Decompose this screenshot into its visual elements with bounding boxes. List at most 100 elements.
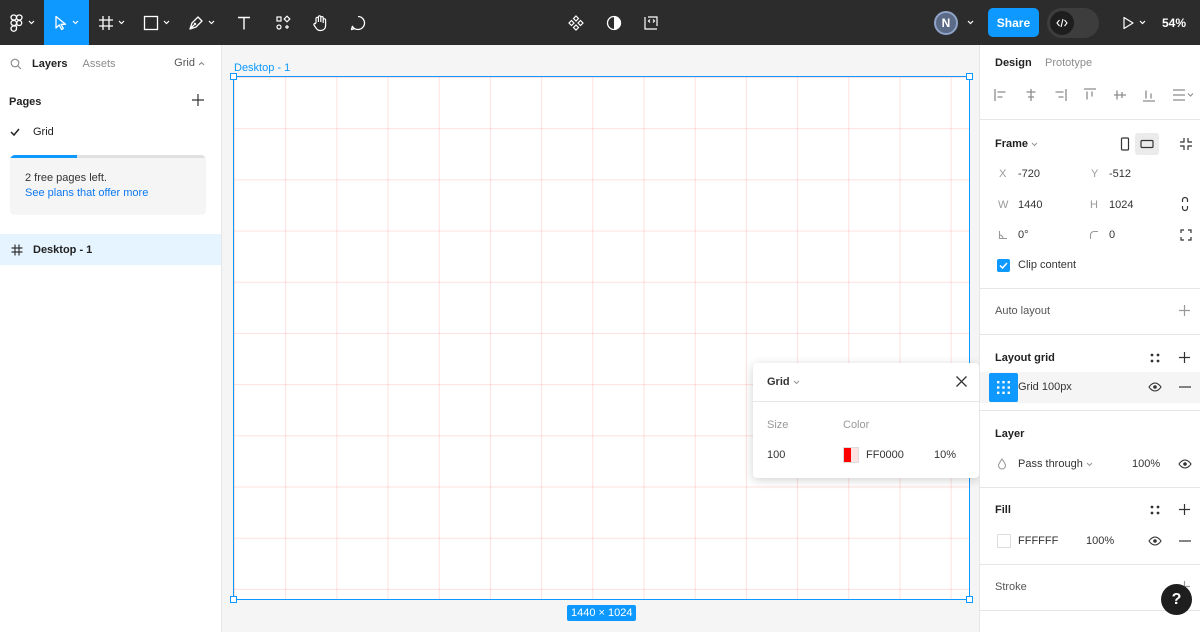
zoom-level[interactable]: 54% xyxy=(1162,16,1186,30)
text-tool-button[interactable] xyxy=(224,0,264,45)
align-vertical-center-icon[interactable] xyxy=(1113,88,1127,102)
x-input[interactable]: -720 xyxy=(1018,168,1040,180)
chevron-up-icon xyxy=(198,61,205,66)
add-grid-icon[interactable] xyxy=(1178,351,1191,364)
toolbar: N Share 54% xyxy=(0,0,1200,45)
tab-design[interactable]: Design xyxy=(995,57,1032,69)
align-right-icon[interactable] xyxy=(1053,88,1067,102)
grid-opacity-input[interactable]: 10% xyxy=(934,449,956,461)
avatar[interactable]: N xyxy=(933,10,958,35)
dimension-badge: 1440 × 1024 xyxy=(567,605,637,621)
component-icon xyxy=(568,14,584,31)
page-selector[interactable]: Grid xyxy=(174,57,205,69)
upgrade-link[interactable]: See plans that offer more xyxy=(25,187,148,199)
corner-radius-input[interactable]: 0 xyxy=(1109,229,1115,241)
canvas[interactable]: Desktop - 1 1440 × 1024 xyxy=(222,45,979,632)
tab-layers[interactable]: Layers xyxy=(32,58,67,70)
tab-assets[interactable]: Assets xyxy=(82,58,115,70)
resize-handle-top-left[interactable] xyxy=(230,73,237,80)
width-input[interactable]: 1440 xyxy=(1018,199,1042,211)
dev-mode-toggle[interactable] xyxy=(1046,7,1099,38)
add-page-icon[interactable] xyxy=(191,93,205,107)
chevron-down-icon xyxy=(967,20,974,25)
frame-desktop-1[interactable] xyxy=(233,76,970,600)
eye-icon[interactable] xyxy=(1148,536,1162,546)
resize-to-fit-icon[interactable] xyxy=(1179,137,1193,151)
resources-button[interactable] xyxy=(264,0,302,45)
frame-label[interactable]: Desktop - 1 xyxy=(234,62,290,74)
frame-hash-icon xyxy=(11,244,23,255)
frame-tool-button[interactable] xyxy=(89,0,134,45)
align-top-icon[interactable] xyxy=(1083,88,1097,102)
blend-mode-dropdown[interactable]: Pass through xyxy=(1018,458,1093,470)
mask-button[interactable] xyxy=(592,0,636,45)
comment-tool-button[interactable] xyxy=(338,0,378,45)
components-button[interactable] xyxy=(560,0,592,45)
search-icon[interactable] xyxy=(10,58,22,70)
fill-hex-input[interactable]: FFFFFF xyxy=(1018,535,1058,547)
align-horizontal-center-icon[interactable] xyxy=(1024,88,1038,102)
grid-styles-icon[interactable] xyxy=(1149,352,1161,364)
height-input[interactable]: 1024 xyxy=(1109,199,1133,211)
divider xyxy=(980,119,1200,120)
align-left-icon[interactable] xyxy=(994,88,1008,102)
share-button[interactable]: Share xyxy=(987,8,1039,37)
x-label: X xyxy=(999,168,1007,180)
fill-styles-icon[interactable] xyxy=(1149,504,1161,516)
resize-handle-top-right[interactable] xyxy=(966,73,973,80)
divider xyxy=(980,564,1200,565)
add-fill-icon[interactable] xyxy=(1178,503,1191,516)
align-bottom-icon[interactable] xyxy=(1142,88,1156,102)
grid-settings-button[interactable] xyxy=(989,373,1018,402)
close-icon[interactable] xyxy=(955,375,968,388)
layer-opacity-input[interactable]: 100% xyxy=(1132,458,1160,470)
y-input[interactable]: -512 xyxy=(1109,168,1131,180)
layout-grid-label: Grid 100px xyxy=(1018,381,1072,393)
fill-color-swatch[interactable] xyxy=(997,534,1011,548)
resize-handle-bottom-left[interactable] xyxy=(230,596,237,603)
distribute-icon[interactable] xyxy=(1172,88,1194,102)
grid-color-hex-input[interactable]: FF0000 xyxy=(866,449,904,461)
divider xyxy=(980,288,1200,289)
fill-opacity-input[interactable]: 100% xyxy=(1086,535,1114,547)
portrait-icon[interactable] xyxy=(1120,137,1130,151)
rotation-input[interactable]: 0° xyxy=(1018,229,1029,241)
cursor-icon xyxy=(55,15,67,30)
constrain-proportions-icon[interactable] xyxy=(1180,196,1190,212)
add-auto-layout-icon[interactable] xyxy=(1178,304,1191,317)
landscape-toggle[interactable] xyxy=(1135,133,1159,155)
grid-type-label: Grid xyxy=(767,376,790,388)
clip-content-checkbox[interactable] xyxy=(997,259,1010,272)
pages-usage-bar xyxy=(10,155,206,158)
tab-prototype[interactable]: Prototype xyxy=(1045,57,1092,69)
remove-grid-icon[interactable] xyxy=(1179,386,1191,388)
page-item-grid[interactable]: Grid xyxy=(10,126,54,138)
toolbar-right-group: N Share 54% xyxy=(933,0,1200,45)
left-panel: Layers Assets Grid Pages Grid 2 free pag… xyxy=(0,45,222,632)
remove-fill-icon[interactable] xyxy=(1179,540,1191,542)
blend-drop-icon xyxy=(997,458,1007,470)
move-tool-button[interactable] xyxy=(44,0,89,45)
layout-grid-item[interactable]: Grid 100px xyxy=(980,372,1200,403)
frame-section-dropdown[interactable]: Frame xyxy=(995,138,1038,150)
shape-tool-button[interactable] xyxy=(134,0,179,45)
help-button[interactable]: ? xyxy=(1161,584,1192,615)
checkmark-icon xyxy=(999,262,1008,269)
pen-tool-button[interactable] xyxy=(179,0,224,45)
layer-row-desktop-1[interactable]: Desktop - 1 xyxy=(0,234,221,265)
chevron-down-icon xyxy=(1086,462,1093,467)
multiplayer-menu[interactable]: N xyxy=(933,10,974,35)
size-input[interactable]: 100 xyxy=(767,449,785,461)
independent-corners-icon[interactable] xyxy=(1180,229,1192,241)
main-menu-button[interactable] xyxy=(0,0,44,45)
resize-handle-bottom-right[interactable] xyxy=(966,596,973,603)
eye-icon[interactable] xyxy=(1148,382,1162,392)
present-button[interactable] xyxy=(1121,16,1146,30)
width-label: W xyxy=(998,199,1009,211)
grid-color-swatch[interactable] xyxy=(843,447,859,463)
eye-icon[interactable] xyxy=(1178,459,1192,469)
crop-code-button[interactable] xyxy=(636,0,666,45)
hand-tool-button[interactable] xyxy=(302,0,338,45)
comment-icon xyxy=(350,15,366,30)
grid-type-dropdown[interactable]: Grid xyxy=(767,376,800,388)
